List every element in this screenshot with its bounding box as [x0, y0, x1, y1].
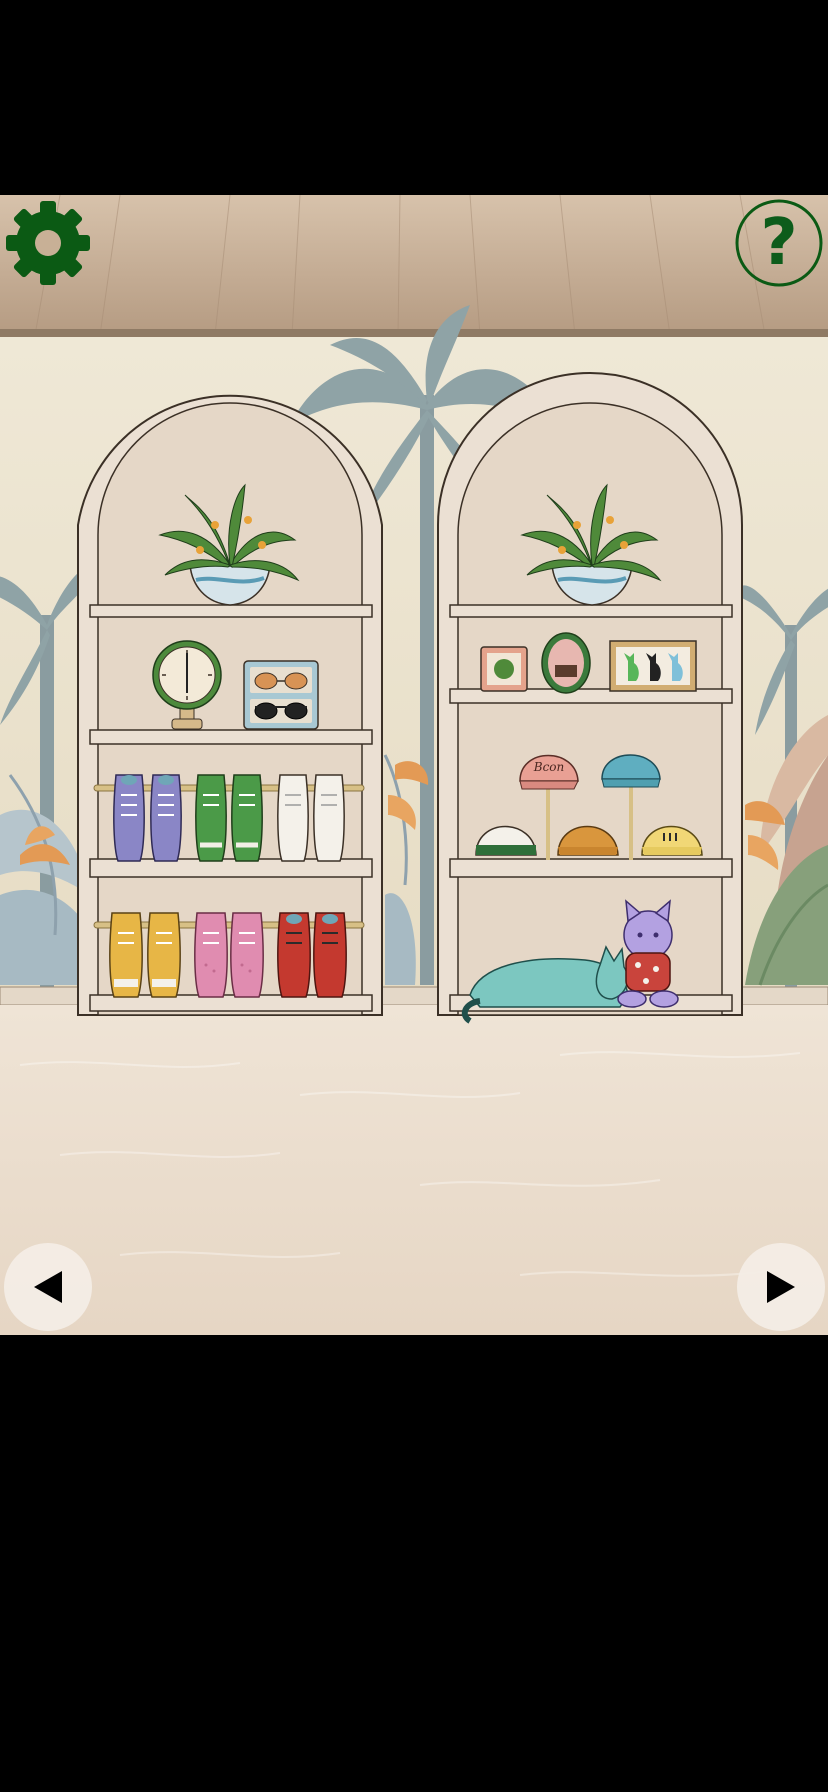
next-view-button[interactable]	[737, 1243, 825, 1331]
right-arrow-icon	[737, 1243, 825, 1331]
cap-logo-text: Bcon	[533, 760, 565, 774]
oval-mirror[interactable]	[541, 632, 591, 694]
settings-button[interactable]	[0, 195, 96, 291]
help-button[interactable]: ?	[733, 197, 825, 289]
help-label: ?	[760, 206, 798, 280]
sunglasses-case[interactable]	[243, 660, 319, 730]
plant-frame[interactable]	[480, 646, 528, 692]
gear-icon	[6, 201, 90, 285]
game-scene: Bcon	[0, 195, 828, 1335]
cat-picture-frame[interactable]	[609, 640, 697, 692]
previous-view-button[interactable]	[4, 1243, 92, 1331]
right-shelf	[437, 372, 743, 1016]
floor	[0, 1005, 828, 1335]
left-arrow-icon	[4, 1243, 92, 1331]
ceiling	[0, 195, 828, 337]
